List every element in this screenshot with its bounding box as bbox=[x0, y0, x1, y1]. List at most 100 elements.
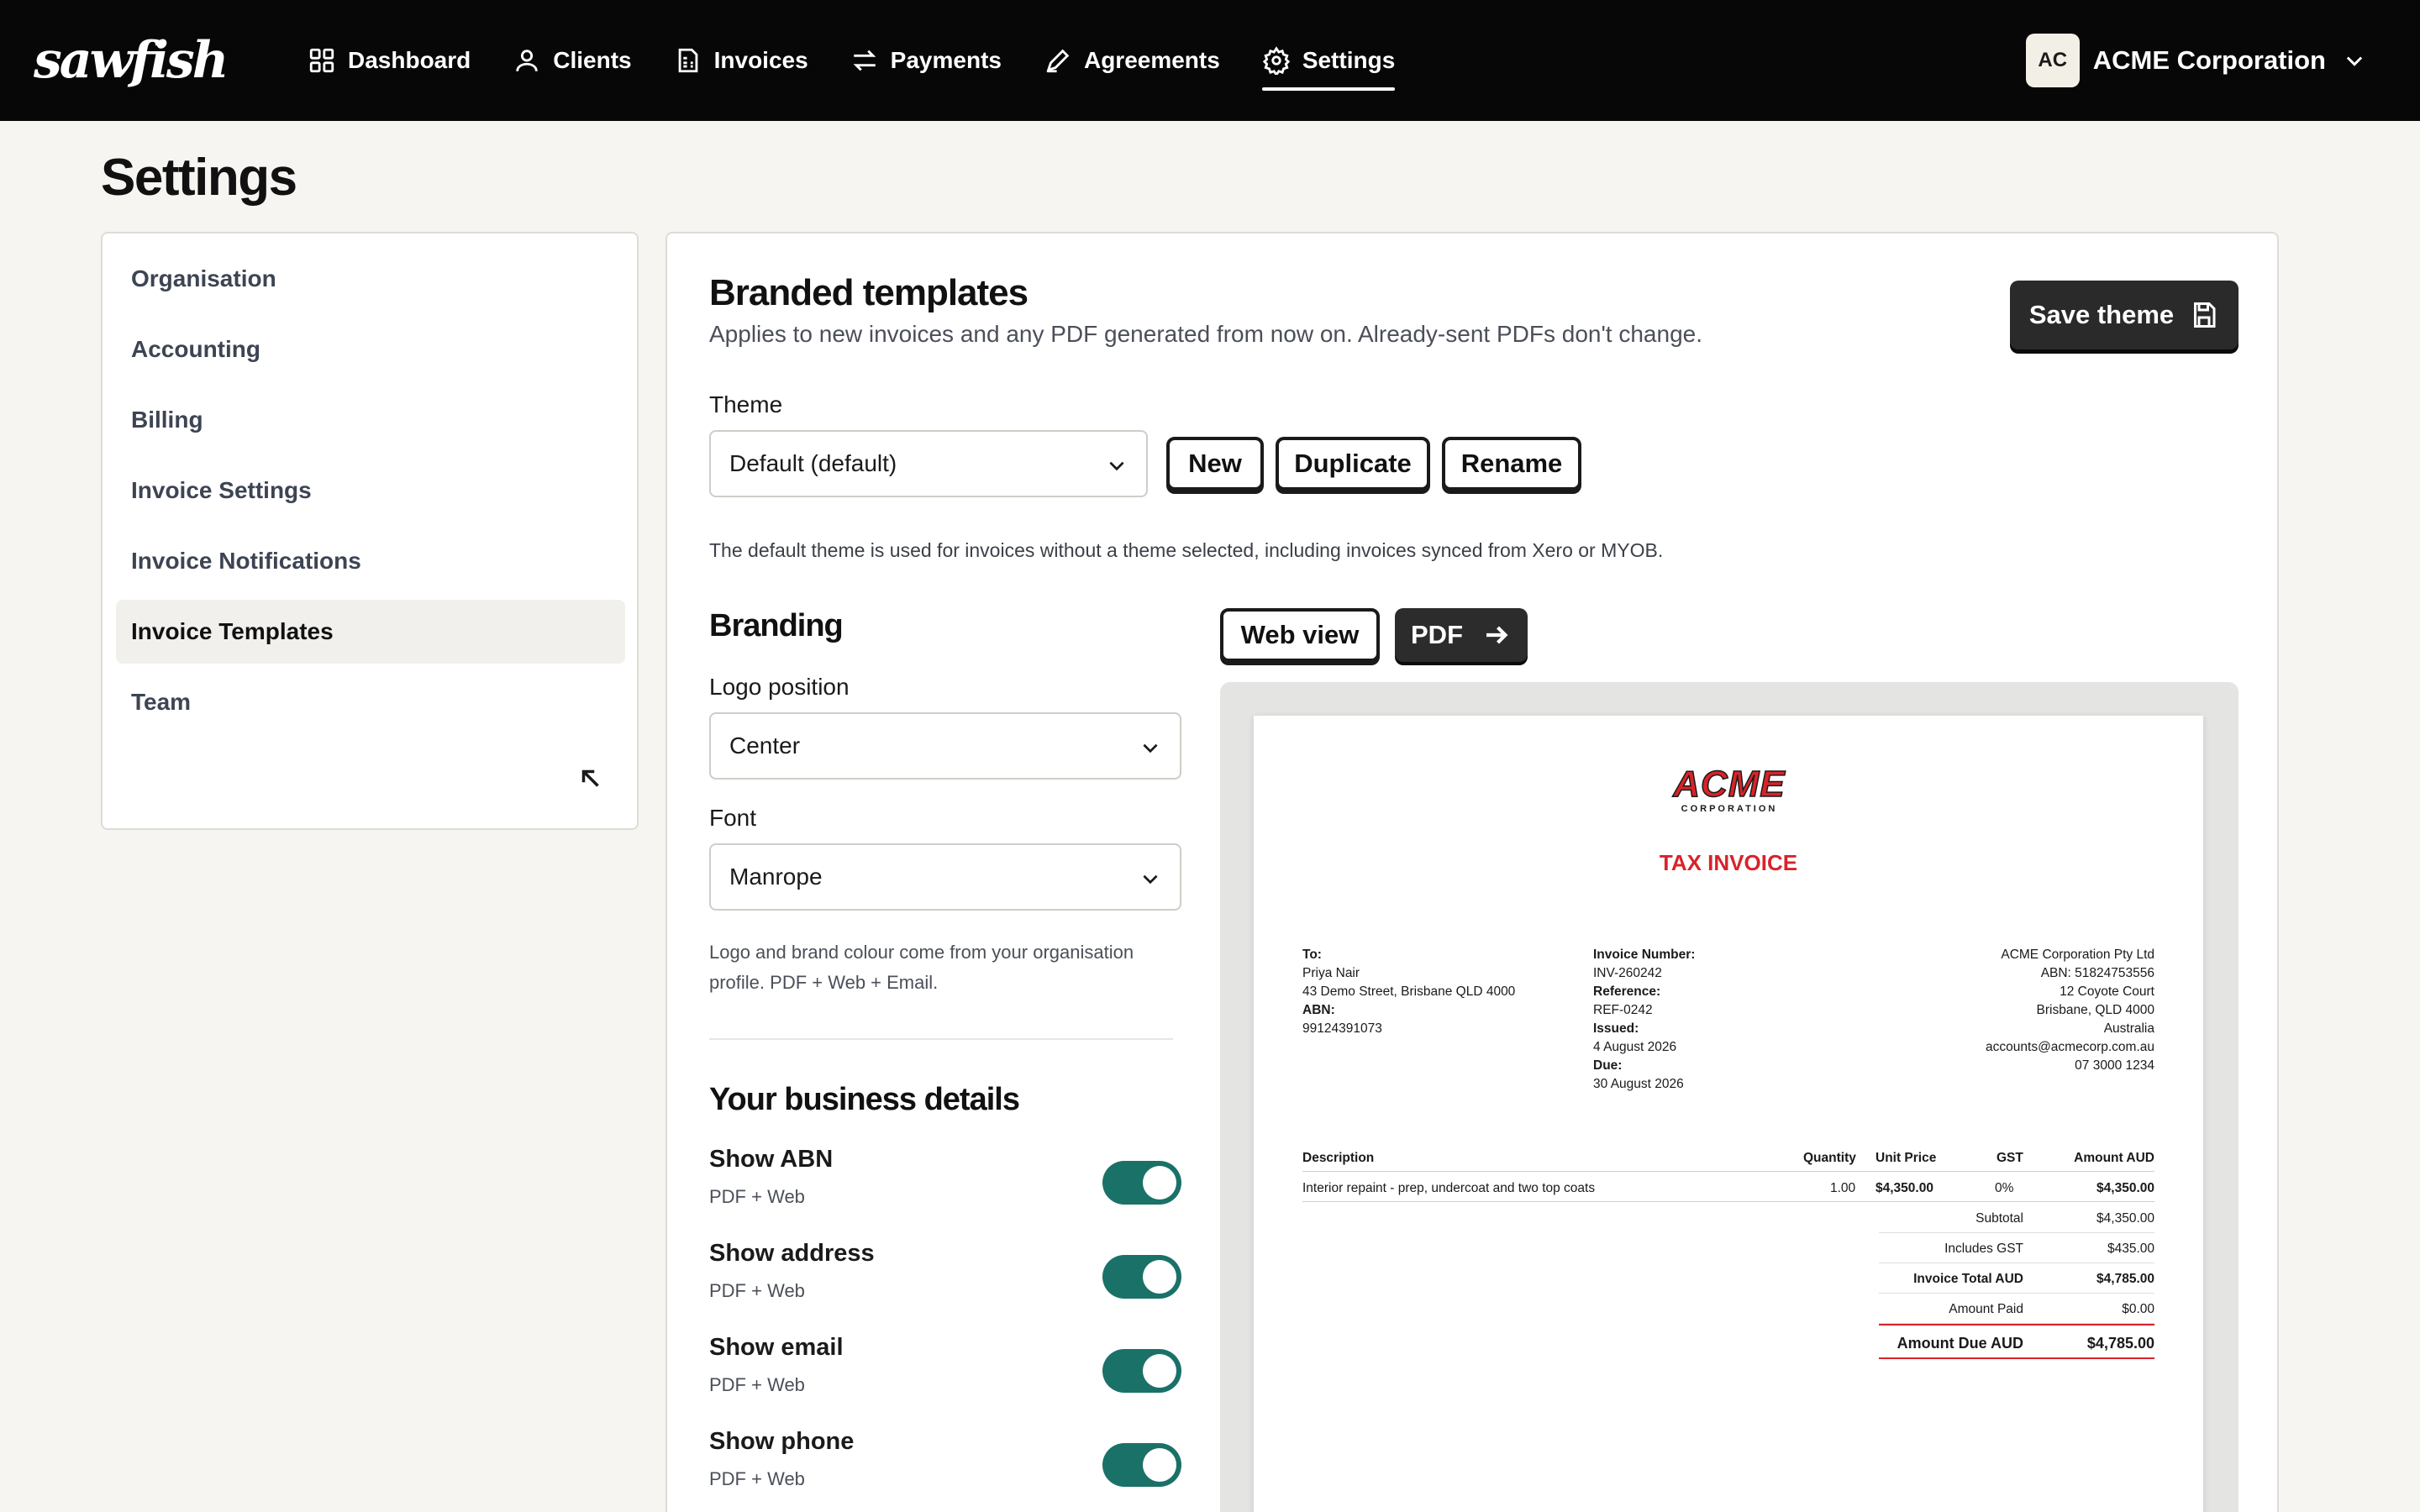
branding-note-line: Logo and brand colour come from your org… bbox=[709, 942, 1134, 963]
font-select[interactable]: Manrope bbox=[709, 843, 1181, 911]
nav-label: Payments bbox=[890, 47, 1002, 73]
gst-value: $435.00 bbox=[2107, 1242, 2154, 1256]
sidemenu-item-invoice-notifications[interactable]: Invoice Notifications bbox=[116, 529, 625, 593]
sidemenu-item-invoice-settings[interactable]: Invoice Settings bbox=[116, 459, 625, 522]
show-address-toggle[interactable] bbox=[1102, 1255, 1181, 1299]
subtotal-value: $4,350.00 bbox=[2096, 1211, 2154, 1226]
nav-agreements[interactable]: Agreements bbox=[1044, 0, 1220, 121]
nav-label: Settings bbox=[1302, 47, 1396, 73]
nav-settings[interactable]: Settings bbox=[1261, 0, 1396, 121]
rename-theme-button[interactable]: Rename bbox=[1442, 437, 1581, 491]
amount-due-value: $4,785.00 bbox=[2086, 1335, 2154, 1352]
nav-label: Invoices bbox=[713, 47, 808, 73]
org-name: ACME Corporation bbox=[2092, 45, 2326, 75]
invoice-meta-block: Invoice Number: INV-260242 Reference: RE… bbox=[1593, 946, 1695, 1094]
top-nav-bar: sawfish Dashboard Clients Invoices Payme… bbox=[0, 0, 2420, 121]
subtotal-row: Subtotal $4,350.00 bbox=[1879, 1203, 2154, 1233]
nav-payments[interactable]: Payments bbox=[850, 0, 1002, 121]
show-phone-toggle[interactable] bbox=[1102, 1443, 1181, 1487]
sidemenu-item-organisation[interactable]: Organisation bbox=[116, 247, 625, 311]
theme-select[interactable]: Default (default) bbox=[709, 430, 1148, 497]
templates-title: Branded templates bbox=[709, 272, 1028, 313]
sawfish-logo[interactable]: sawfish bbox=[34, 35, 229, 86]
col-unit-price: Unit Price bbox=[1876, 1151, 1937, 1165]
templates-subtitle: Applies to new invoices and any PDF gene… bbox=[709, 321, 1703, 347]
acme-logo-word: ACME bbox=[1672, 764, 1786, 805]
invoice-from-block: ACME Corporation Pty Ltd ABN: 5182475355… bbox=[1986, 946, 2154, 1075]
web-view-button[interactable]: Web view bbox=[1220, 608, 1380, 662]
invoice-total-row: Invoice Total AUD $4,785.00 bbox=[1879, 1263, 2154, 1294]
templates-panel: Branded templates Applies to new invoice… bbox=[666, 232, 2279, 1512]
user-icon bbox=[516, 50, 538, 71]
page-title: Settings bbox=[101, 149, 297, 207]
save-theme-button[interactable]: Save theme bbox=[2010, 281, 2238, 349]
sidemenu-item-invoice-templates[interactable]: Invoice Templates bbox=[116, 600, 625, 664]
chevron-down-icon bbox=[1143, 874, 1158, 885]
sidemenu-item-team[interactable]: Team bbox=[116, 670, 625, 734]
show-email-toggle[interactable] bbox=[1102, 1349, 1181, 1393]
due-label: Due: bbox=[1593, 1058, 1623, 1073]
collapse-arrow-icon[interactable] bbox=[576, 764, 605, 793]
from-line: Brisbane, QLD 4000 bbox=[2036, 1003, 2154, 1017]
sidemenu-item-billing[interactable]: Billing bbox=[116, 388, 625, 452]
line-gst: 0% bbox=[1995, 1181, 2014, 1195]
settings-side-menu: Organisation Accounting Billing Invoice … bbox=[101, 232, 639, 830]
new-theme-button[interactable]: New bbox=[1166, 437, 1264, 491]
table-row: Interior repaint - prep, undercoat and t… bbox=[1302, 1176, 2154, 1201]
col-quantity: Quantity bbox=[1803, 1151, 1856, 1165]
duplicate-theme-button[interactable]: Duplicate bbox=[1276, 437, 1430, 491]
invoice-number: INV-260242 bbox=[1593, 966, 1662, 980]
row-rule bbox=[1302, 1201, 2154, 1202]
sidemenu-item-accounting[interactable]: Accounting bbox=[116, 318, 625, 381]
amount-paid-row: Amount Paid $0.00 bbox=[1879, 1294, 2154, 1324]
amount-paid-value: $0.00 bbox=[2122, 1302, 2154, 1316]
from-line: accounts@acmecorp.com.au bbox=[1986, 1040, 2154, 1054]
abn-label: ABN: bbox=[1302, 1003, 1335, 1017]
theme-label: Theme bbox=[709, 391, 783, 417]
toggle-label-address: Show address bbox=[709, 1240, 875, 1267]
abn-value: 99124391073 bbox=[1302, 1021, 1382, 1036]
toggle-sub-phone: PDF + Web bbox=[709, 1468, 805, 1489]
font-value: Manrope bbox=[729, 864, 823, 890]
col-amount: Amount AUD bbox=[2074, 1151, 2154, 1165]
subtotal-label: Subtotal bbox=[1975, 1211, 2023, 1226]
reference-label: Reference: bbox=[1593, 984, 1661, 999]
col-description: Description bbox=[1302, 1151, 1375, 1165]
toggle-label-phone: Show phone bbox=[709, 1428, 855, 1455]
due-value: 30 August 2026 bbox=[1593, 1077, 1684, 1091]
reference-value: REF-0242 bbox=[1593, 1003, 1653, 1017]
logo-position-select[interactable]: Center bbox=[709, 712, 1181, 780]
acme-logo: ACME CORPORATION bbox=[1670, 764, 1788, 815]
header-rule bbox=[1302, 1171, 2154, 1172]
toggle-sub-address: PDF + Web bbox=[709, 1280, 805, 1301]
nav-label: Agreements bbox=[1083, 47, 1220, 73]
table-header: Description Quantity Unit Price GST Amou… bbox=[1302, 1146, 2154, 1171]
theme-select-value: Default (default) bbox=[729, 450, 897, 476]
from-line: ACME Corporation Pty Ltd bbox=[2001, 948, 2154, 962]
toggle-label-abn: Show ABN bbox=[709, 1146, 834, 1173]
chevron-down-icon bbox=[1143, 743, 1158, 753]
from-line: 12 Coyote Court bbox=[2060, 984, 2154, 999]
pen-icon bbox=[1046, 49, 1070, 73]
invoice-title: TAX INVOICE bbox=[1659, 850, 1798, 875]
gst-label: Includes GST bbox=[1944, 1242, 2023, 1256]
font-label: Font bbox=[709, 805, 757, 831]
arrows-icon bbox=[853, 50, 876, 71]
nav-clients[interactable]: Clients bbox=[513, 0, 632, 121]
nav-invoices[interactable]: Invoices bbox=[674, 0, 808, 121]
amount-due-row: Amount Due AUD $4,785.00 bbox=[1879, 1324, 2154, 1359]
line-quantity: 1.00 bbox=[1830, 1181, 1856, 1195]
theme-note: The default theme is used for invoices w… bbox=[709, 539, 1664, 561]
nav-dashboard[interactable]: Dashboard bbox=[308, 0, 471, 121]
org-switcher[interactable]: AC ACME Corporation bbox=[2025, 34, 2366, 87]
to-name: Priya Nair bbox=[1302, 966, 1360, 980]
invoice-paper: ACME CORPORATION TAX INVOICE To: Priya N… bbox=[1254, 716, 2203, 1512]
col-gst: GST bbox=[1996, 1151, 2023, 1165]
arrow-right-icon bbox=[1486, 626, 1508, 644]
invoice-number-label: Invoice Number: bbox=[1593, 948, 1696, 962]
show-abn-toggle[interactable] bbox=[1102, 1161, 1181, 1205]
amount-due-label: Amount Due AUD bbox=[1897, 1335, 2023, 1352]
pdf-view-button[interactable]: PDF bbox=[1395, 608, 1528, 662]
line-unit-price: $4,350.00 bbox=[1876, 1181, 1933, 1195]
nav-label: Dashboard bbox=[348, 47, 471, 73]
